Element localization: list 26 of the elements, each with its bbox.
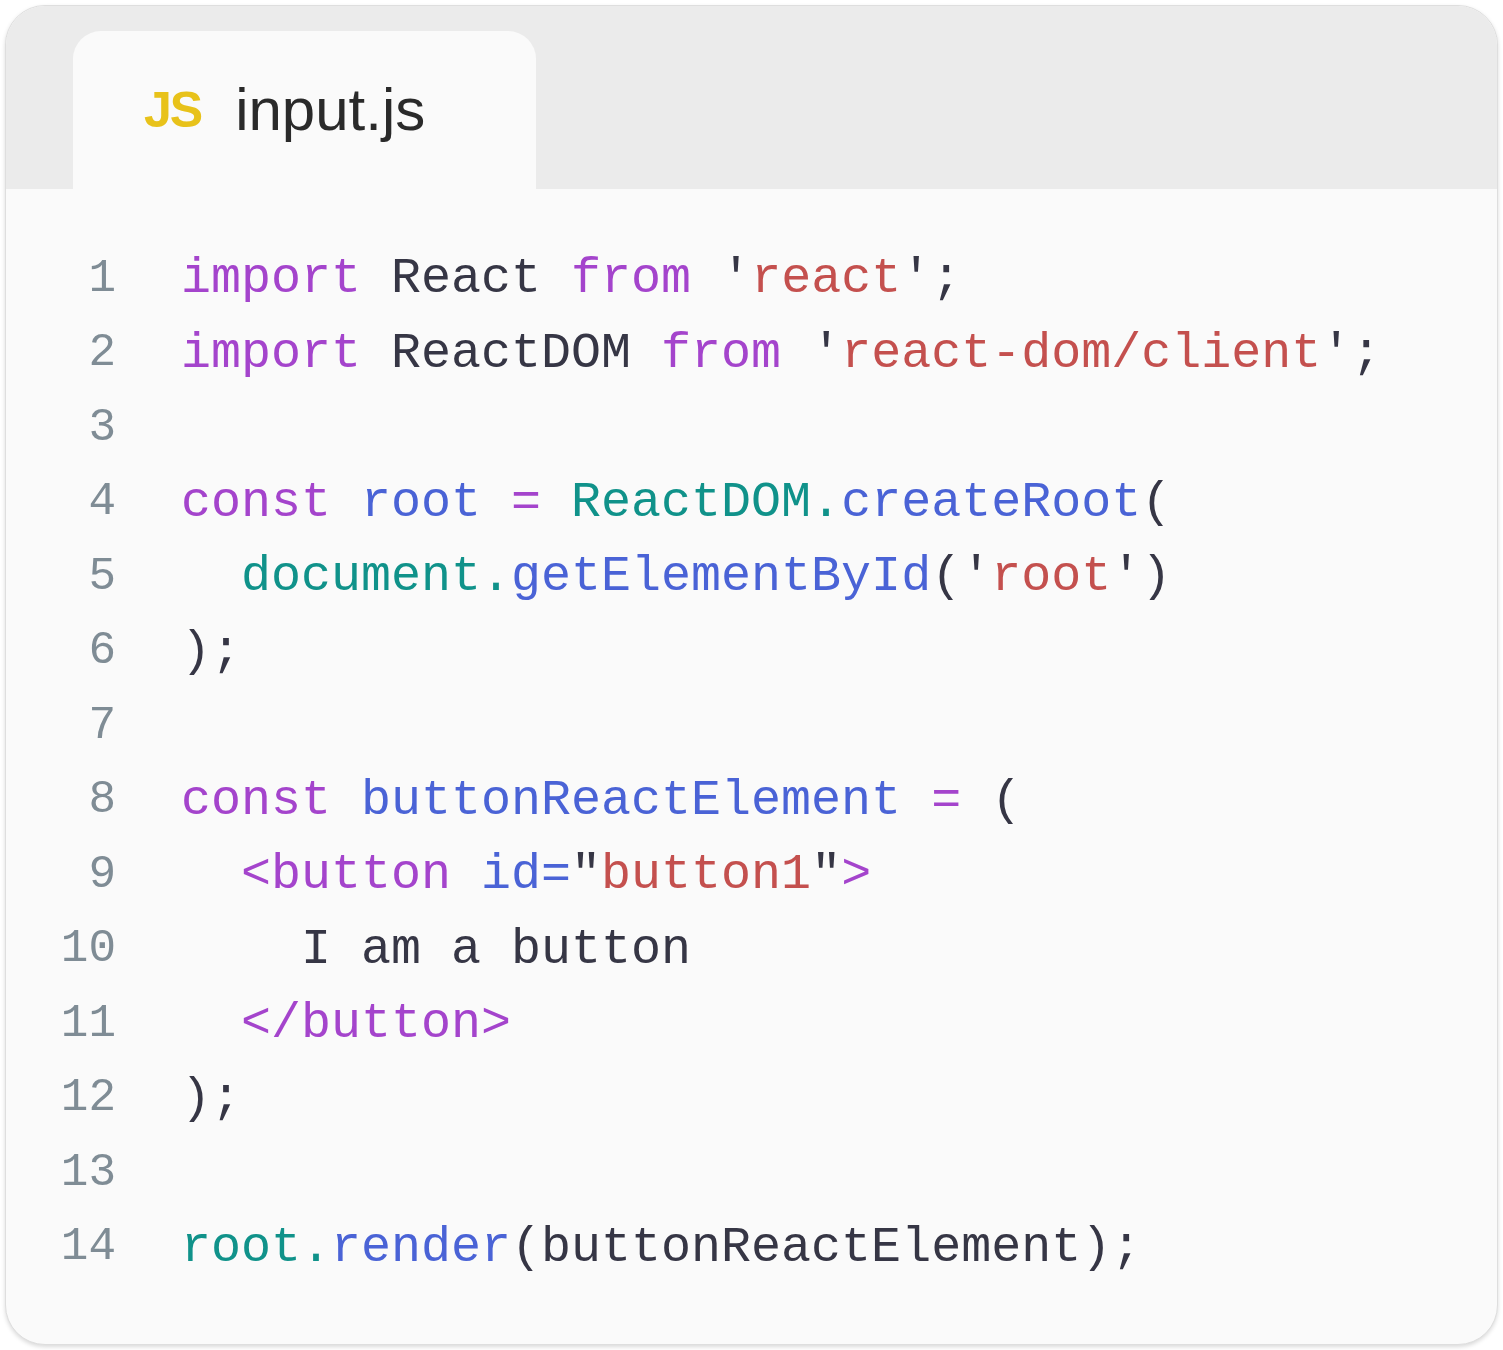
line-number: 6 (87, 624, 116, 680)
code-line: ); (181, 1073, 241, 1124)
line-number: 12 (59, 1071, 116, 1127)
code-line: import ReactDOM from 'react-dom/client'; (181, 328, 1382, 379)
line-number: 7 (87, 698, 116, 754)
line-number: 3 (87, 400, 116, 456)
code-line: </button> (240, 999, 512, 1050)
code-line: const root = ReactDOM.createRoot( (181, 477, 1172, 528)
code-line: const buttonReactElement = ( (181, 775, 1022, 826)
line-number: 1 (87, 251, 116, 307)
file-tab[interactable]: JS input.js (73, 31, 536, 189)
code-line: document.getElementById('root') (240, 552, 1172, 603)
code-line: import React from 'react'; (181, 254, 962, 305)
line-number: 4 (87, 475, 116, 531)
code-line: root.render(buttonReactElement); (181, 1222, 1142, 1273)
code-line: ); (181, 626, 241, 677)
code-line: I am a button (300, 924, 692, 975)
line-number: 5 (87, 549, 116, 605)
line-number: 8 (87, 773, 116, 829)
code-line: <button id="button1"> (240, 850, 872, 901)
line-number: 14 (59, 1220, 116, 1276)
line-number: 10 (59, 922, 116, 978)
line-number: 9 (87, 847, 116, 903)
line-number: 2 (87, 326, 116, 382)
line-number: 11 (59, 996, 116, 1052)
line-number: 13 (59, 1145, 116, 1201)
